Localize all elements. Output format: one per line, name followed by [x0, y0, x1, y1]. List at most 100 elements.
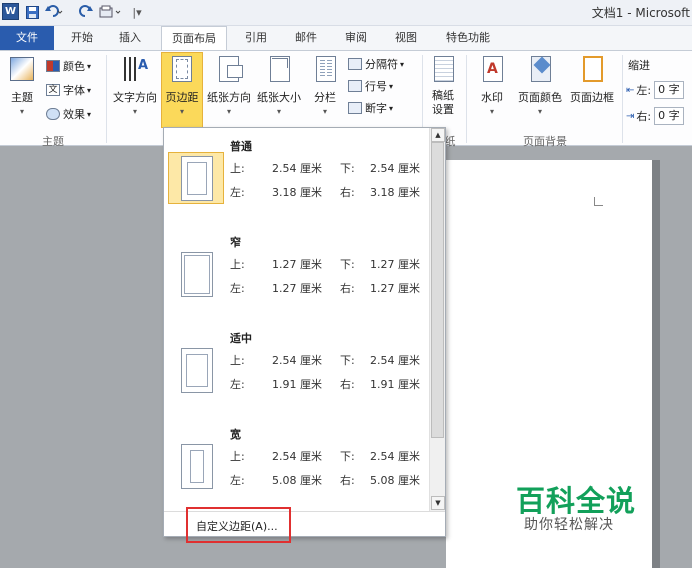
theme-fonts-label: 字体 [63, 84, 85, 97]
page-background-group-label: 页面背景 [523, 135, 567, 148]
bottom-value: 2.54 厘米 [370, 450, 420, 463]
margin-option-name: 普通 [230, 140, 252, 153]
margin-preview-normal [168, 152, 224, 204]
columns-button[interactable]: 分栏 ▾ [308, 53, 342, 127]
margin-option-moderate[interactable]: 适中 上: 2.54 厘米 下: 2.54 厘米 左: 1.91 厘米 右: 1… [164, 320, 428, 410]
theme-effects-label: 效果 [63, 108, 85, 121]
page-color-button[interactable]: 页面颜色 ▾ [514, 53, 566, 127]
tab-special-features[interactable]: 特色功能 [436, 26, 500, 50]
tab-review[interactable]: 审阅 [336, 26, 376, 50]
margin-option-wide[interactable]: 宽 上: 2.54 厘米 下: 2.54 厘米 左: 5.08 厘米 右: 5.… [164, 416, 428, 506]
hyphenation-label: 断字 [365, 102, 387, 115]
left-value: 1.91 厘米 [272, 378, 322, 391]
page-borders-button[interactable]: 页面边框 [566, 53, 618, 127]
bottom-value: 1.27 厘米 [370, 258, 420, 271]
right-label: 右: [340, 474, 355, 487]
bottom-label: 下: [340, 354, 355, 367]
indent-right-input[interactable]: 0 字 [654, 107, 685, 125]
theme-colors-label: 颜色 [63, 60, 85, 73]
indent-label: 缩进 [628, 59, 650, 72]
hyphenation-icon [348, 102, 362, 114]
indent-right-icon: ⇥ [626, 110, 635, 122]
manuscript-settings-label: 稿纸设置 [432, 89, 454, 116]
right-label: 右: [340, 378, 355, 391]
chevron-down-icon: ▾ [276, 107, 281, 116]
chevron-down-icon: ▾ [87, 109, 92, 119]
top-label: 上: [230, 354, 245, 367]
bottom-value: 2.54 厘米 [370, 354, 420, 367]
indent-left-row: ⇤ 左: 0 字 [626, 81, 685, 99]
customize-icon[interactable]: |▾ [132, 4, 142, 20]
tab-mailings[interactable]: 邮件 [286, 26, 326, 50]
tab-insert[interactable]: 插入 [110, 26, 150, 50]
left-label: 左: [230, 186, 245, 199]
scroll-thumb[interactable] [431, 142, 444, 438]
tab-home[interactable]: 开始 [62, 26, 102, 50]
scroll-up-icon[interactable]: ▲ [431, 128, 445, 142]
orientation-icon [215, 55, 243, 85]
document-title: 文档1 - Microsoft [591, 6, 690, 20]
top-value: 1.27 厘米 [272, 258, 322, 271]
right-value: 1.91 厘米 [370, 378, 420, 391]
tab-references[interactable]: 引用 [236, 26, 276, 50]
redo-icon[interactable] [78, 4, 94, 20]
theme-fonts-button[interactable]: 文 字体 ▾ [46, 81, 91, 99]
left-value: 5.08 厘米 [272, 474, 322, 487]
right-value: 3.18 厘米 [370, 186, 420, 199]
scroll-down-icon[interactable]: ▼ [431, 496, 445, 510]
tab-page-layout[interactable]: 页面布局 [161, 26, 227, 51]
effects-icon [46, 108, 60, 120]
watermark-icon: A [478, 55, 506, 85]
margin-option-narrow[interactable]: 窄 上: 1.27 厘米 下: 1.27 厘米 左: 1.27 厘米 右: 1.… [164, 224, 428, 314]
orientation-label: 纸张方向 [207, 91, 251, 104]
orientation-button[interactable]: 纸张方向 ▾ [204, 53, 254, 127]
margin-preview-wide [168, 440, 224, 492]
bottom-label: 下: [340, 162, 355, 175]
margin-preview-moderate [168, 344, 224, 396]
manuscript-settings-button[interactable]: 稿纸设置 [426, 53, 460, 127]
print-preview-icon[interactable] [98, 4, 126, 20]
margins-button[interactable]: 页边距 ▾ [161, 52, 203, 128]
bottom-label: 下: [340, 450, 355, 463]
palette-icon [46, 60, 60, 72]
theme-colors-button[interactable]: 颜色 ▾ [46, 57, 91, 75]
chevron-down-icon: ▾ [87, 85, 92, 95]
dropdown-scrollbar[interactable]: ▲ ▼ [429, 128, 445, 511]
custom-margins-label: 自定义边距(A)... [196, 520, 278, 533]
hyphenation-button[interactable]: 断字 ▾ [348, 99, 393, 117]
indent-left-input[interactable]: 0 字 [654, 81, 685, 99]
breaks-button[interactable]: 分隔符 ▾ [348, 55, 404, 73]
right-label: 右: [340, 186, 355, 199]
page-borders-label: 页面边框 [570, 91, 614, 104]
line-numbers-icon [348, 80, 362, 92]
line-numbers-button[interactable]: 行号 ▾ [348, 77, 393, 95]
theme-effects-button[interactable]: 效果 ▾ [46, 105, 91, 123]
chevron-down-icon: ▾ [400, 59, 405, 69]
margin-option-name: 窄 [230, 236, 241, 249]
margin-corner-mark [594, 197, 603, 206]
columns-icon [311, 55, 339, 85]
tab-file[interactable]: 文件 [0, 26, 54, 50]
watermark-label: 水印 [481, 91, 503, 104]
margins-icon [168, 55, 196, 85]
paper-size-button[interactable]: 纸张大小 ▾ [254, 53, 304, 127]
word-logo-icon[interactable]: W [2, 3, 19, 20]
chevron-down-icon: ▾ [87, 61, 92, 71]
save-icon[interactable] [24, 4, 40, 20]
margin-option-normal[interactable]: 普通 上: 2.54 厘米 下: 2.54 厘米 左: 3.18 厘米 右: 3… [164, 128, 428, 218]
text-direction-button[interactable]: A 文字方向 ▾ [110, 53, 160, 127]
themes-label: 主题 [11, 91, 33, 104]
indent-left-label: 左: [636, 84, 652, 97]
top-value: 2.54 厘米 [272, 354, 322, 367]
themes-button[interactable]: 主题 ▾ [4, 53, 40, 127]
watermark-button[interactable]: A 水印 ▾ [474, 53, 510, 127]
margin-option-name: 宽 [230, 428, 241, 441]
top-label: 上: [230, 450, 245, 463]
tab-view[interactable]: 视图 [386, 26, 426, 50]
undo-icon[interactable] [44, 4, 64, 20]
text-direction-icon: A [121, 55, 149, 85]
custom-margins-button[interactable]: 自定义边距(A)... [186, 507, 291, 543]
top-value: 2.54 厘米 [272, 162, 322, 175]
chevron-down-icon: ▾ [19, 107, 24, 116]
columns-label: 分栏 [314, 91, 336, 104]
